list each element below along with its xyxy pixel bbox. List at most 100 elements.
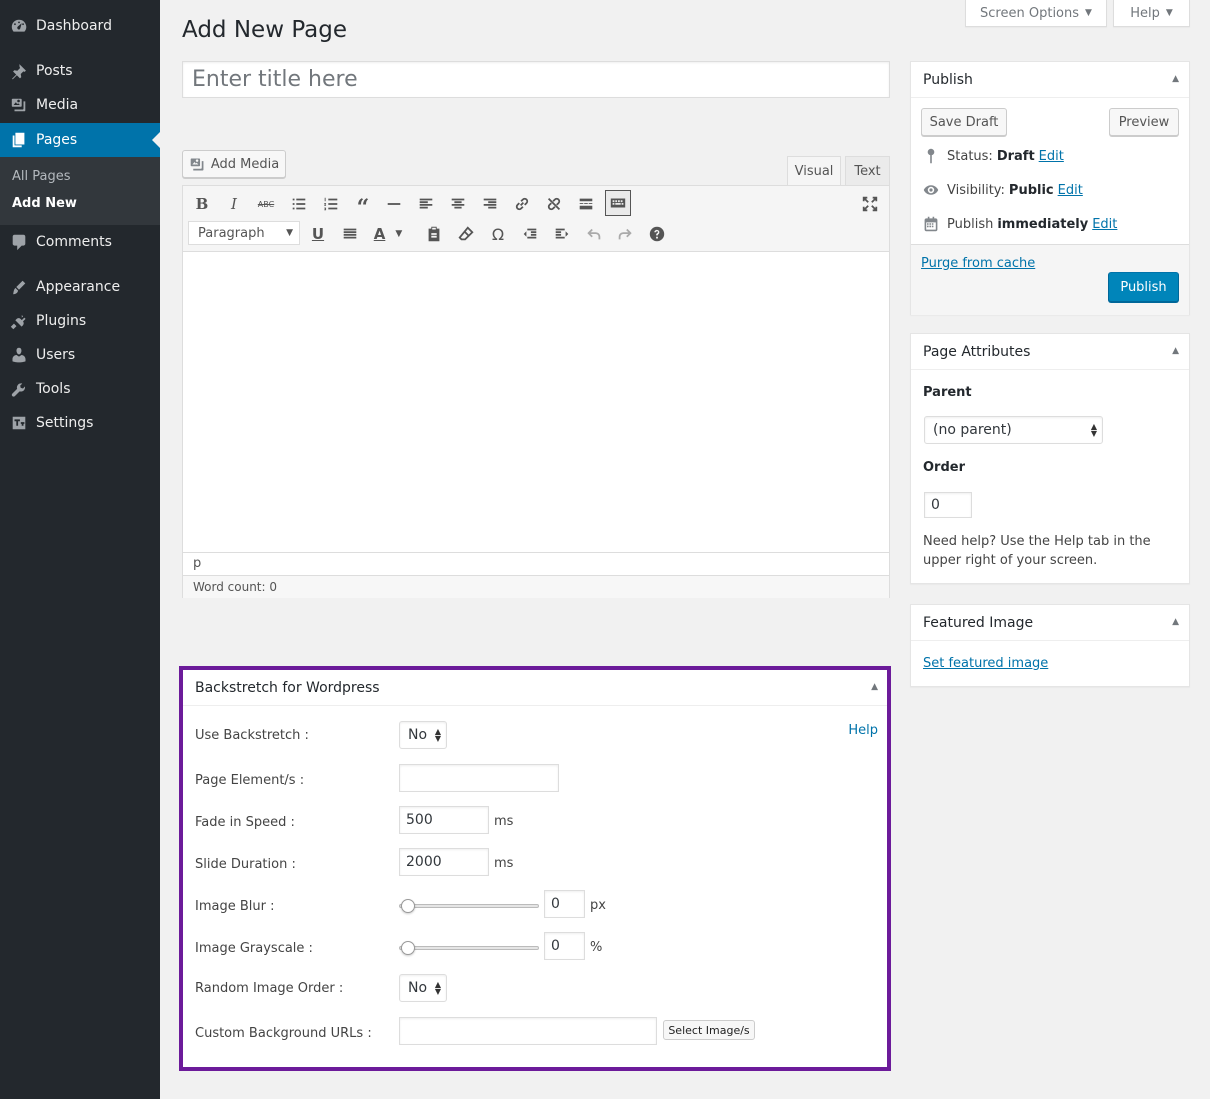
dashboard-icon <box>9 16 29 36</box>
redo-icon <box>618 228 632 240</box>
caret-up-icon[interactable]: ▲ <box>1172 617 1179 627</box>
italic-button[interactable]: I <box>221 191 247 217</box>
indent-button[interactable] <box>549 221 575 247</box>
remove-link-button[interactable] <box>541 191 567 217</box>
insert-link-button[interactable] <box>509 191 535 217</box>
outdent-button[interactable] <box>517 221 543 247</box>
backstretch-help-link[interactable]: Help <box>848 723 878 738</box>
bold-icon: B <box>195 195 209 213</box>
read-more-button[interactable] <box>573 191 599 217</box>
underline-button[interactable]: U <box>305 221 331 247</box>
menu-item-comments[interactable]: Comments <box>0 225 160 259</box>
edit-status-link[interactable]: Edit <box>1039 149 1064 164</box>
screen-options-label: Screen Options <box>980 5 1080 21</box>
bullet-list-button[interactable] <box>286 191 312 217</box>
align-center-button[interactable] <box>445 191 471 217</box>
backstretch-header[interactable]: Backstretch for Wordpress ▲ <box>183 670 887 706</box>
random-order-select[interactable]: No ▲ ▼ <box>399 974 447 1002</box>
slide-duration-input[interactable]: 2000 <box>399 848 489 876</box>
strikethrough-button[interactable]: ABC <box>253 191 279 217</box>
fade-speed-unit: ms <box>494 814 514 829</box>
select-images-button[interactable]: Select Image/s <box>663 1020 755 1040</box>
keyboard-shortcuts-button[interactable] <box>644 221 670 247</box>
justify-button[interactable] <box>337 221 363 247</box>
menu-item-plugins[interactable]: Plugins <box>0 304 160 338</box>
slider-thumb[interactable] <box>401 899 415 913</box>
redo-button[interactable] <box>612 221 638 247</box>
image-blur-input[interactable]: 0 <box>544 890 585 918</box>
caret-up-icon[interactable]: ▲ <box>871 682 878 692</box>
image-blur-label: Image Blur : <box>195 899 275 914</box>
special-character-button[interactable]: Ω <box>485 221 511 247</box>
edit-date-link[interactable]: Edit <box>1092 217 1117 232</box>
page-title: Add New Page <box>182 17 347 43</box>
submenu-all-pages[interactable]: All Pages <box>12 169 71 184</box>
fullscreen-button[interactable] <box>857 191 883 217</box>
slider-thumb[interactable] <box>401 941 415 955</box>
align-right-icon <box>483 198 497 209</box>
order-input[interactable]: 0 <box>924 492 972 518</box>
undo-button[interactable] <box>581 221 607 247</box>
paste-text-button[interactable] <box>421 221 447 247</box>
page-attributes-header[interactable]: Page Attributes ▲ <box>911 334 1189 370</box>
publish-actions: Purge from cache Publish <box>911 245 1189 315</box>
preview-button[interactable]: Preview <box>1109 108 1179 136</box>
format-select[interactable]: Paragraph ▼ <box>188 221 300 245</box>
numbered-list-button[interactable] <box>318 191 344 217</box>
editor-content-area[interactable] <box>183 253 889 553</box>
use-backstretch-select[interactable]: No ▲ ▼ <box>399 721 447 749</box>
help-button[interactable]: Help ▼ <box>1113 0 1190 27</box>
caret-up-icon[interactable]: ▲ <box>1172 346 1179 356</box>
clear-formatting-button[interactable] <box>453 221 479 247</box>
tab-visual[interactable]: Visual <box>787 156 841 186</box>
toolbar-toggle-button[interactable] <box>605 190 631 216</box>
visibility-row: Visibility: Public Edit <box>923 182 1083 198</box>
menu-item-appearance[interactable]: Appearance <box>0 270 160 304</box>
edit-visibility-link[interactable]: Edit <box>1058 183 1083 198</box>
publish-box-header[interactable]: Publish ▲ <box>911 62 1189 98</box>
updown-icon: ▲ ▼ <box>434 980 441 996</box>
italic-icon: I <box>231 195 237 213</box>
fade-speed-input[interactable]: 500 <box>399 806 489 834</box>
image-blur-slider[interactable] <box>399 898 539 914</box>
save-draft-button[interactable]: Save Draft <box>921 108 1007 136</box>
purge-cache-link[interactable]: Purge from cache <box>921 256 1035 271</box>
use-backstretch-label: Use Backstretch : <box>195 728 309 743</box>
tab-text[interactable]: Text <box>845 156 890 186</box>
menu-label: Pages <box>36 132 78 148</box>
page-elements-input[interactable] <box>399 764 559 792</box>
bold-button[interactable]: B <box>189 191 215 217</box>
text-color-button[interactable]: A ▼ <box>369 221 407 247</box>
image-grayscale-label: Image Grayscale : <box>195 941 313 956</box>
publish-button[interactable]: Publish <box>1108 272 1179 302</box>
align-center-icon <box>451 198 465 209</box>
align-left-button[interactable] <box>413 191 439 217</box>
menu-item-users[interactable]: Users <box>0 338 160 372</box>
set-featured-image-link[interactable]: Set featured image <box>923 656 1048 671</box>
add-media-button[interactable]: Add Media <box>182 150 286 178</box>
page-attributes-box: Page Attributes ▲ Parent (no parent) ▲ ▼ … <box>910 333 1190 584</box>
menu-item-dashboard[interactable]: Dashboard <box>0 9 160 43</box>
users-icon <box>9 345 29 365</box>
blockquote-button[interactable]: “ <box>350 191 376 219</box>
caret-up-icon[interactable]: ▲ <box>1172 74 1179 84</box>
slide-duration-unit: ms <box>494 856 514 871</box>
menu-item-media[interactable]: Media <box>0 88 160 122</box>
submenu-add-new[interactable]: Add New <box>12 196 77 211</box>
menu-item-tools[interactable]: Tools <box>0 372 160 406</box>
title-input[interactable] <box>182 61 890 98</box>
status-value: Draft <box>996 148 1035 164</box>
image-grayscale-slider[interactable] <box>399 940 539 956</box>
fade-speed-label: Fade in Speed : <box>195 815 295 830</box>
image-grayscale-input[interactable]: 0 <box>544 932 585 960</box>
featured-image-header[interactable]: Featured Image ▲ <box>911 605 1189 641</box>
custom-urls-input[interactable] <box>399 1017 657 1045</box>
parent-select[interactable]: (no parent) ▲ ▼ <box>924 416 1103 444</box>
horizontal-line-button[interactable] <box>381 191 407 217</box>
menu-item-settings[interactable]: Settings <box>0 406 160 440</box>
align-right-button[interactable] <box>477 191 503 217</box>
menu-item-posts[interactable]: Posts <box>0 54 160 88</box>
menu-item-pages[interactable]: Pages <box>0 123 160 157</box>
screen-options-button[interactable]: Screen Options ▼ <box>965 0 1107 27</box>
publish-date-label: Publish <box>947 216 994 232</box>
